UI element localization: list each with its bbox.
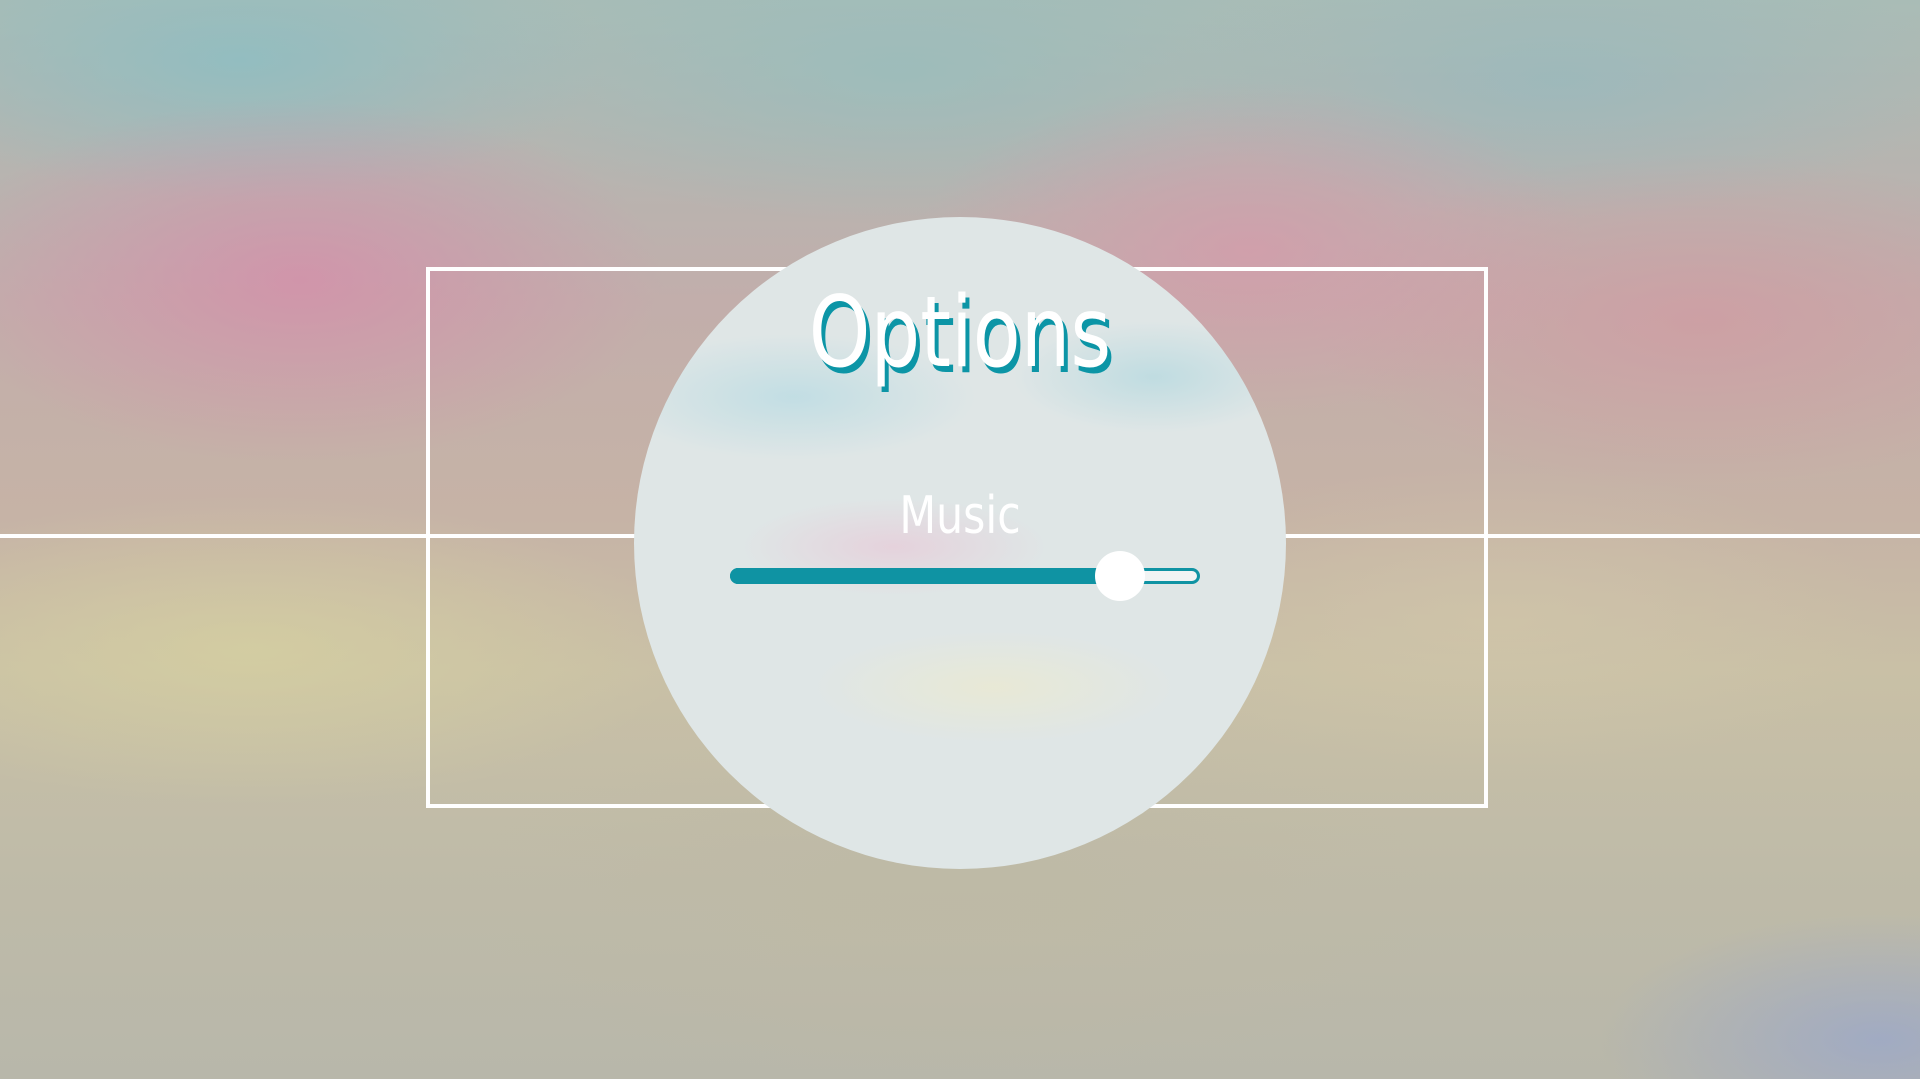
music-slider-thumb[interactable] bbox=[1095, 551, 1145, 601]
music-label: Music bbox=[899, 486, 1021, 546]
music-slider-fill bbox=[730, 568, 1120, 584]
music-volume-slider[interactable] bbox=[730, 551, 1200, 601]
options-title: Options bbox=[808, 276, 1112, 390]
